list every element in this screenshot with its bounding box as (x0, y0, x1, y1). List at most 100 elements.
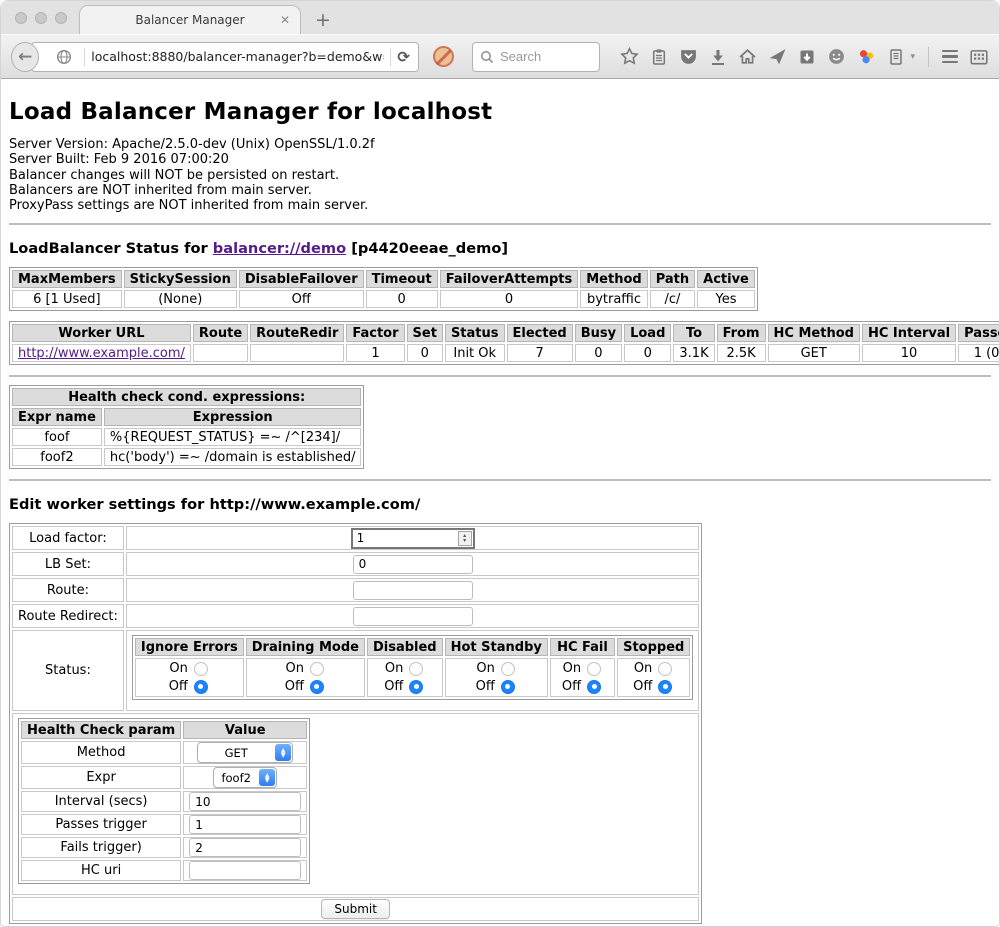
search-input[interactable] (500, 49, 590, 64)
col-load: Load (624, 324, 671, 342)
col-hc-param: Health Check param (21, 721, 181, 739)
tab-close-icon[interactable]: ✕ (280, 13, 290, 27)
number-spinner-icon[interactable]: ▴▾ (458, 531, 472, 546)
zoom-window-button[interactable] (55, 12, 67, 24)
back-button[interactable]: ← (11, 42, 39, 72)
form-row-status: Status: Ignore Errors Draining Mode Disa… (12, 630, 699, 711)
edit-worker-heading: Edit worker settings for http://www.exam… (9, 496, 991, 513)
col-stickysession: StickySession (124, 270, 237, 288)
notes-icon[interactable] (887, 48, 905, 66)
balancer-status-table: MaxMembers StickySession DisableFailover… (9, 267, 758, 311)
form-row-load-factor: Load factor: ▴▾ (12, 526, 699, 550)
send-tab-icon[interactable] (768, 47, 787, 66)
adblock-icon[interactable] (433, 46, 454, 67)
route-input[interactable] (353, 581, 473, 600)
stopped-on-radio[interactable] (658, 662, 672, 676)
method-select[interactable]: GET▲▼ (197, 742, 293, 763)
col-from: From (717, 324, 766, 342)
home-icon[interactable] (738, 47, 757, 66)
cell-hc-interval: 10 (862, 344, 956, 362)
cell-route (193, 344, 248, 362)
cell-hc-method: GET (768, 344, 860, 362)
search-bar[interactable] (472, 42, 601, 72)
hc-row-passes: Passes trigger (21, 814, 307, 835)
server-version-line: Server Version: Apache/2.5.0-dev (Unix) … (9, 137, 991, 152)
worker-url-link[interactable]: http://www.example.com/ (18, 346, 185, 361)
col-active: Active (697, 270, 755, 288)
hc-fail-off-radio[interactable] (587, 680, 601, 694)
passes-input[interactable] (189, 815, 301, 834)
col-hc-interval: HC Interval (862, 324, 956, 342)
fails-input[interactable] (189, 838, 301, 857)
tab-bar: Balancer Manager ✕ + (1, 1, 999, 34)
col-timeout: Timeout (366, 270, 438, 288)
col-ignore-errors: Ignore Errors (135, 638, 244, 656)
cell-active: Yes (697, 290, 755, 308)
lb-set-label: LB Set: (12, 552, 124, 576)
hc-row-interval: Interval (secs) (21, 791, 307, 812)
draining-mode-on-radio[interactable] (310, 662, 324, 676)
new-tab-button[interactable]: + (315, 9, 331, 31)
minimize-window-button[interactable] (35, 12, 47, 24)
form-row-route: Route: (12, 578, 699, 602)
expr-select[interactable]: foof2▲▼ (213, 767, 277, 788)
draining-mode-radio-group: OnOff (252, 659, 359, 696)
close-window-button[interactable] (15, 12, 27, 24)
form-row-health-check: Health Check param Value Method GET▲▼ Ex… (12, 713, 699, 895)
colored-dots-icon[interactable] (857, 47, 876, 66)
load-factor-label: Load factor: (12, 526, 124, 550)
cell-expression: hc('body') =~ /domain is established/ (104, 448, 362, 466)
ignore-errors-off-radio[interactable] (194, 680, 208, 694)
health-check-param-table: Health Check param Value Method GET▲▼ Ex… (18, 718, 310, 884)
balancer-demo-link[interactable]: balancer://demo (213, 240, 346, 257)
submit-button[interactable]: Submit (321, 899, 390, 919)
reload-icon[interactable]: ⟳ (397, 48, 410, 66)
col-expr-name: Expr name (12, 408, 102, 426)
col-passes: Passes (958, 324, 1000, 342)
reading-list-icon[interactable] (650, 48, 668, 66)
window-controls[interactable] (15, 12, 67, 24)
hc-fail-on-radio[interactable] (587, 662, 601, 676)
smiley-icon[interactable] (827, 47, 846, 66)
hot-standby-off-radio[interactable] (501, 680, 515, 694)
stopped-off-radio[interactable] (658, 680, 672, 694)
ignore-errors-on-radio[interactable] (194, 662, 208, 676)
dropdown-caret-icon[interactable]: ▾ (910, 52, 915, 62)
hcuri-input[interactable] (189, 861, 301, 880)
cell-expr-name: foof2 (12, 448, 102, 466)
col-hc-value: Value (183, 721, 307, 739)
col-elected: Elected (507, 324, 573, 342)
table-row: 6 [1 Used] (None) Off 0 0 bytraffic /c/ … (12, 290, 755, 308)
divider (9, 375, 991, 377)
pocket-icon[interactable] (679, 47, 698, 66)
keyboard-grid-icon[interactable] (969, 47, 989, 67)
load-factor-input[interactable]: ▴▾ (351, 528, 475, 549)
bookmark-star-icon[interactable] (620, 47, 639, 66)
col-route: Route (193, 324, 248, 342)
cell-stickysession: (None) (124, 290, 237, 308)
urlbar-divider (84, 48, 85, 66)
url-text[interactable]: localhost:8880/balancer-manager?b=demo&w… (91, 49, 384, 64)
lb-set-input[interactable] (353, 555, 473, 574)
load-factor-field[interactable] (353, 530, 457, 547)
form-row-route-redirect: Route Redirect: (12, 604, 699, 628)
table-header-row: Worker URL Route RouteRedir Factor Set S… (12, 324, 1000, 342)
tab-title: Balancer Manager (135, 13, 244, 27)
hot-standby-on-radio[interactable] (501, 662, 515, 676)
draining-mode-off-radio[interactable] (310, 680, 324, 694)
extension-box-icon[interactable] (798, 48, 816, 66)
route-redirect-input[interactable] (353, 607, 473, 626)
interval-input[interactable] (189, 792, 301, 811)
disabled-off-radio[interactable] (409, 680, 423, 694)
method-label: Method (21, 741, 181, 764)
route-label: Route: (12, 578, 124, 602)
interval-label: Interval (secs) (21, 791, 181, 812)
downloads-icon[interactable] (709, 48, 727, 66)
tab-balancer-manager[interactable]: Balancer Manager ✕ (79, 5, 301, 34)
disabled-on-radio[interactable] (409, 662, 423, 676)
col-maxmembers: MaxMembers (12, 270, 122, 288)
worker-row: http://www.example.com/ 1 0 Init Ok 7 0 … (12, 344, 1000, 362)
cell-elected: 7 (507, 344, 573, 362)
menu-hamburger-icon[interactable] (942, 50, 958, 63)
url-bar[interactable]: localhost:8880/balancer-manager?b=demo&w… (31, 42, 419, 72)
